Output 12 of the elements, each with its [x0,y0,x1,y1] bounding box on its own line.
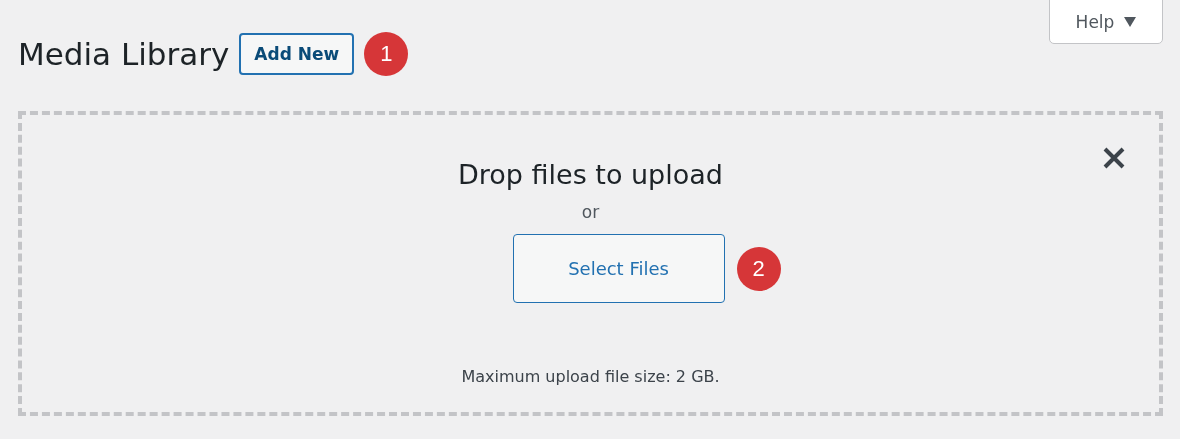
add-new-button[interactable]: Add New [239,33,355,75]
callout-badge: 2 [736,246,781,291]
or-text: or [581,202,600,222]
close-icon [1103,147,1125,169]
upload-heading: Drop files to upload [458,159,723,190]
caret-icon [1124,16,1137,27]
max-size-note: Maximum upload file size: 2 GB. [461,367,720,386]
help-button[interactable]: Help [1049,0,1163,44]
upload-dropzone[interactable]: Drop files to upload or Select Files 2 Maximum upload file size: 2 GB. [18,111,1163,416]
page-title: Media Library [18,35,230,74]
select-files-button[interactable]: Select Files [512,234,725,303]
callout-badge: 1 [364,32,409,76]
